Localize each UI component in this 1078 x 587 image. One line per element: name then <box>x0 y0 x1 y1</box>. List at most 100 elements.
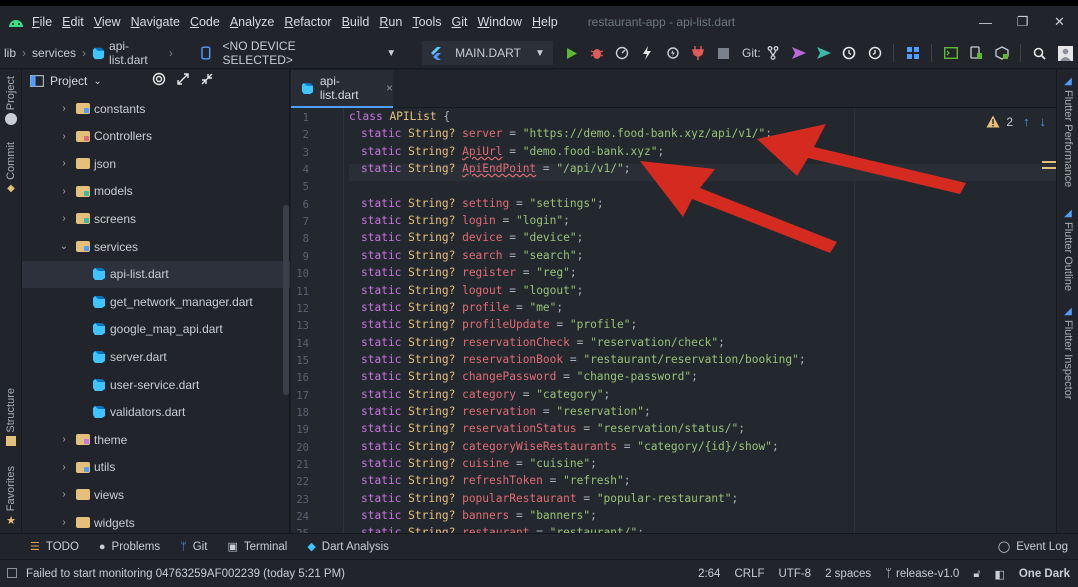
tool-tab-terminal[interactable]: ▣ Terminal <box>227 540 287 554</box>
tree-file[interactable]: google_map_api.dart <box>22 316 290 343</box>
tree-file[interactable]: server.dart <box>22 343 290 370</box>
memory-indicator-icon[interactable]: ◧ <box>994 568 1004 581</box>
profile-run-icon[interactable] <box>610 41 635 65</box>
terminal-icon[interactable] <box>938 41 963 65</box>
chevron-right-icon[interactable]: › <box>58 131 70 142</box>
close-tab-icon[interactable]: × <box>386 81 393 95</box>
close-window-icon[interactable]: ✕ <box>1041 6 1078 38</box>
menu-window[interactable]: Window <box>477 15 521 29</box>
tool-tab-problems[interactable]: ● Problems <box>99 541 160 553</box>
collapse-all-icon[interactable] <box>200 72 214 89</box>
chevron-right-icon[interactable]: › <box>58 103 70 114</box>
chevron-right-icon[interactable]: › <box>58 213 70 224</box>
theme-name[interactable]: One Dark <box>1019 568 1070 580</box>
tree-folder-screens[interactable]: › screens <box>22 205 290 232</box>
menu-run[interactable]: Run <box>379 15 402 29</box>
run-icon[interactable] <box>559 41 584 65</box>
git-push-icon[interactable] <box>811 41 836 65</box>
avatar[interactable] <box>1053 41 1078 65</box>
locate-target-icon[interactable] <box>152 72 166 89</box>
tree-folder-views[interactable]: › views <box>22 481 290 508</box>
menu-refactor[interactable]: Refactor <box>284 15 331 29</box>
chevron-right-icon[interactable]: › <box>58 158 70 169</box>
indent-setting[interactable]: 2 spaces <box>825 568 871 580</box>
tool-tab-favorites[interactable]: Favorites ★ <box>0 466 22 527</box>
search-icon[interactable] <box>1027 41 1052 65</box>
run-config-selector[interactable]: MAIN.DART ▼ <box>422 41 553 65</box>
line-separator[interactable]: CRLF <box>734 568 764 580</box>
chevron-right-icon[interactable]: › <box>58 434 70 445</box>
tool-tab-dart-analysis[interactable]: ◆ Dart Analysis <box>307 540 389 554</box>
file-encoding[interactable]: UTF-8 <box>778 568 811 580</box>
project-structure-icon[interactable] <box>900 41 925 65</box>
code-view[interactable]: class APIList {static String? server = "… <box>349 108 1061 539</box>
expand-all-icon[interactable] <box>176 72 190 89</box>
tree-file[interactable]: validators.dart <box>22 399 290 426</box>
breadcrumb-lib[interactable]: lib <box>4 46 16 60</box>
menu-tools[interactable]: Tools <box>412 15 441 29</box>
tree-folder-utils[interactable]: › utils <box>22 454 290 481</box>
menu-code[interactable]: Code <box>190 15 220 29</box>
menu-build[interactable]: Build <box>342 15 370 29</box>
restore-icon[interactable]: ❐ <box>1004 6 1041 38</box>
warning-marker[interactable] <box>1042 167 1056 169</box>
menu-analyze[interactable]: Analyze <box>230 15 274 29</box>
tool-tab-structure[interactable]: Structure <box>0 388 22 446</box>
tree-folder-widgets[interactable]: › widgets <box>22 509 290 536</box>
chevron-right-icon[interactable]: › <box>58 489 70 500</box>
menu-navigate[interactable]: Navigate <box>131 15 180 29</box>
menu-help[interactable]: Help <box>532 15 558 29</box>
tab-api-list[interactable]: api-list.dart × <box>291 70 393 108</box>
menu-view[interactable]: View <box>94 15 121 29</box>
device-manager-icon[interactable] <box>964 41 989 65</box>
chevron-right-icon[interactable]: › <box>58 517 70 528</box>
chevron-down-icon[interactable]: ⌄ <box>93 76 101 87</box>
tree-folder-constants[interactable]: › constants <box>22 95 290 122</box>
chevron-right-icon[interactable]: › <box>58 462 70 473</box>
rollback-icon[interactable] <box>862 41 887 65</box>
caret-position[interactable]: 2:64 <box>698 568 720 580</box>
breadcrumb-services[interactable]: services <box>32 46 76 60</box>
tree-folder-services[interactable]: ⌄ services <box>22 233 290 260</box>
arrow-up-icon[interactable]: ↑ <box>1023 114 1030 129</box>
hot-reload-icon[interactable] <box>635 41 660 65</box>
tree-folder-json[interactable]: › json <box>22 150 290 177</box>
tool-tab-flutter-outline[interactable]: ◢ Flutter Outline <box>1057 208 1078 291</box>
breadcrumb-file[interactable]: api-list.dart <box>109 39 163 67</box>
inspection-widget[interactable]: 2 ↑ ↓ <box>986 114 1046 129</box>
tool-tab-git[interactable]: ᛘ Git <box>180 541 207 553</box>
tree-file[interactable]: user-service.dart <box>22 371 290 398</box>
chevron-right-icon[interactable]: › <box>58 186 70 197</box>
tool-tab-flutter-performance[interactable]: ◢ Flutter Performance <box>1057 76 1078 187</box>
history-icon[interactable] <box>837 41 862 65</box>
menu-edit[interactable]: Edit <box>62 15 84 29</box>
stop-icon[interactable] <box>711 41 736 65</box>
hot-restart-icon[interactable] <box>660 41 685 65</box>
arrow-down-icon[interactable]: ↓ <box>1040 114 1047 129</box>
minimize-icon[interactable]: — <box>967 6 1004 38</box>
project-panel-title[interactable]: Project <box>50 74 87 88</box>
tree-file[interactable]: api-list.dart <box>22 260 290 288</box>
lock-icon[interactable]: 🔓︎ <box>973 568 980 581</box>
tool-tab-commit[interactable]: Commit ◆ <box>0 142 22 194</box>
git-branch-widget[interactable]: ᛘ release-v1.0 <box>885 568 959 580</box>
menu-file[interactable]: File <box>32 15 52 29</box>
tree-folder-models[interactable]: › models <box>22 178 290 205</box>
device-selector[interactable]: <NO DEVICE SELECTED> ▼ <box>193 39 404 67</box>
menu-git[interactable]: Git <box>452 15 468 29</box>
chevron-down-icon[interactable]: ⌄ <box>58 241 70 252</box>
git-commit-icon[interactable] <box>786 41 811 65</box>
git-branch-icon[interactable] <box>761 41 786 65</box>
tool-tab-flutter-inspector[interactable]: ◢ Flutter Inspector <box>1057 306 1078 399</box>
tool-tab-todo[interactable]: ☰ TODO <box>30 540 79 554</box>
sdk-manager-icon[interactable] <box>989 41 1014 65</box>
status-message[interactable]: Failed to start monitoring 04763259AF002… <box>26 568 345 580</box>
attach-debugger-icon[interactable] <box>685 41 710 65</box>
warning-marker[interactable] <box>1042 161 1056 163</box>
tree-folder-controllers[interactable]: › Controllers <box>22 123 290 150</box>
debug-icon[interactable] <box>584 41 609 65</box>
tool-tab-event-log[interactable]: ◯ Event Log <box>998 540 1068 554</box>
tree-folder-theme[interactable]: › theme <box>22 426 290 453</box>
tool-tab-project[interactable]: Project <box>0 76 22 126</box>
tree-file[interactable]: get_network_manager.dart <box>22 288 290 315</box>
